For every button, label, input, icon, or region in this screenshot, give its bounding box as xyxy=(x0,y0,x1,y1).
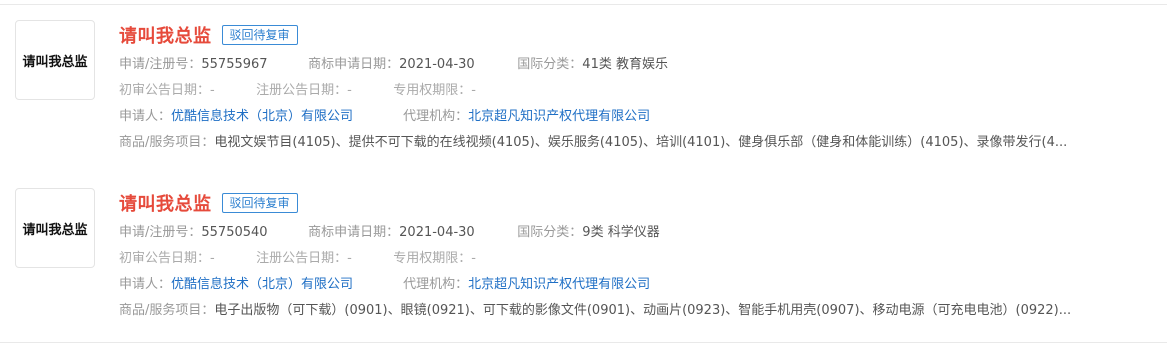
agent-label: 代理机构： xyxy=(403,277,469,292)
trademark-logo[interactable]: 请叫我总监 xyxy=(15,20,95,100)
exclusive-label: 专用权期限： xyxy=(393,251,472,266)
agent-label: 代理机构： xyxy=(403,109,469,124)
applicant-label: 申请人： xyxy=(119,277,172,292)
trademark-results-list: 请叫我总监 请叫我总监 驳回待复审 申请/注册号：55755967 商标申请日期… xyxy=(0,0,1167,354)
goods-value: 电视文娱节目(4105)、提供不可下载的在线视频(4105)、娱乐服务(4105… xyxy=(214,135,1068,150)
reg-pub-label: 注册公告日期： xyxy=(256,251,348,266)
apply-date-value: 2021-04-30 xyxy=(399,57,475,72)
agent-link[interactable]: 北京超凡知识产权代理有限公司 xyxy=(468,277,650,292)
trademark-name-link[interactable]: 请叫我总监 xyxy=(119,22,212,48)
status-badge: 驳回待复审 xyxy=(221,25,298,45)
first-pub-value: - xyxy=(210,83,215,98)
first-pub-label: 初审公告日期： xyxy=(119,251,211,266)
goods-value: 电子出版物（可下载）(0901)、眼镜(0921)、可下载的影像文件(0901)… xyxy=(214,303,1072,318)
trademark-card[interactable]: 请叫我总监 请叫我总监 驳回待复审 申请/注册号：55750540 商标申请日期… xyxy=(0,173,1167,343)
app-no-label: 申请/注册号： xyxy=(119,225,202,240)
intl-class-value: 41类 教育娱乐 xyxy=(582,57,668,72)
apply-date-value: 2021-04-30 xyxy=(399,225,475,240)
exclusive-label: 专用权期限： xyxy=(393,83,472,98)
goods-label: 商品/服务项目： xyxy=(119,135,215,150)
reg-pub-value: - xyxy=(347,251,352,266)
trademark-info: 请叫我总监 驳回待复审 申请/注册号：55750540 商标申请日期：2021-… xyxy=(119,189,1147,324)
trademark-info: 请叫我总监 驳回待复审 申请/注册号：55755967 商标申请日期：2021-… xyxy=(119,21,1147,156)
applicant-link[interactable]: 优酷信息技术（北京）有限公司 xyxy=(171,277,353,292)
exclusive-value: - xyxy=(471,83,476,98)
intl-class-label: 国际分类： xyxy=(517,57,583,72)
apply-date-label: 商标申请日期： xyxy=(308,225,400,240)
trademark-name-link[interactable]: 请叫我总监 xyxy=(119,190,212,216)
status-badge: 驳回待复审 xyxy=(221,193,298,213)
app-no-value: 55750540 xyxy=(201,225,268,240)
trademark-logo[interactable]: 请叫我总监 xyxy=(15,188,95,268)
first-pub-label: 初审公告日期： xyxy=(119,83,211,98)
reg-pub-label: 注册公告日期： xyxy=(256,83,348,98)
reg-pub-value: - xyxy=(347,83,352,98)
trademark-card[interactable]: 请叫我总监 请叫我总监 驳回待复审 申请/注册号：55755967 商标申请日期… xyxy=(0,4,1167,175)
goods-label: 商品/服务项目： xyxy=(119,303,215,318)
applicant-link[interactable]: 优酷信息技术（北京）有限公司 xyxy=(171,109,353,124)
intl-class-label: 国际分类： xyxy=(517,225,583,240)
applicant-label: 申请人： xyxy=(119,109,172,124)
intl-class-value: 9类 科学仪器 xyxy=(582,225,660,240)
apply-date-label: 商标申请日期： xyxy=(308,57,400,72)
agent-link[interactable]: 北京超凡知识产权代理有限公司 xyxy=(468,109,650,124)
app-no-label: 申请/注册号： xyxy=(119,57,202,72)
first-pub-value: - xyxy=(210,251,215,266)
exclusive-value: - xyxy=(471,251,476,266)
app-no-value: 55755967 xyxy=(201,57,268,72)
